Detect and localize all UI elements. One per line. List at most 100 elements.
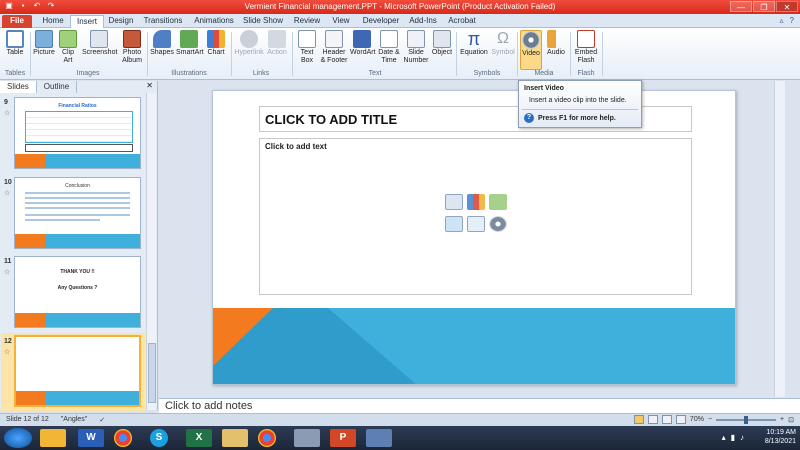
reading-view-button[interactable] [661, 415, 672, 424]
tab-developer[interactable]: Developer [360, 15, 402, 28]
action-icon [268, 30, 286, 48]
panel-scrollbar[interactable] [146, 93, 156, 410]
notes-pane[interactable]: Click to add notes [159, 398, 800, 413]
zoom-slider-knob[interactable] [744, 415, 749, 424]
thumbnail-table [25, 111, 133, 143]
help-icon[interactable]: ? [790, 16, 794, 25]
date-time-button[interactable]: Date & Time [377, 30, 401, 70]
smartart-button[interactable]: SmartArt [176, 30, 204, 70]
tab-slide-show[interactable]: Slide Show [242, 15, 284, 28]
content-placeholder[interactable]: Click to add text [259, 138, 692, 295]
chrome-icon[interactable] [114, 429, 132, 447]
tab-view[interactable]: View [330, 15, 352, 28]
close-panel-icon[interactable]: ✕ [146, 81, 153, 90]
tab-slides[interactable]: Slides [0, 81, 37, 93]
chrome-icon[interactable] [258, 429, 276, 447]
title-bar: ▣ ▪ ↶ ↷ Vermient Financial management.PP… [0, 0, 800, 14]
insert-smartart-icon[interactable] [489, 194, 507, 210]
insert-clip-art-icon[interactable] [467, 216, 485, 232]
group-illustrations: Illustrations [171, 70, 207, 77]
panel-scrollbar-thumb[interactable] [148, 343, 156, 403]
tooltip-title: Insert Video [524, 85, 564, 92]
shapes-button[interactable]: Shapes [150, 30, 174, 70]
maximize-button[interactable]: ❐ [753, 1, 775, 12]
insert-chart-icon[interactable] [467, 194, 485, 210]
slide-thumbnail[interactable]: Financial Ratios [14, 97, 141, 169]
picture-button[interactable]: Picture [33, 30, 55, 70]
slide-canvas: CLICK TO ADD TITLE Click to add text [159, 81, 785, 397]
action-button[interactable]: Action [266, 30, 288, 70]
photo-album-button[interactable]: Photo Album [119, 30, 145, 70]
fit-to-window-icon[interactable]: ⊡ [788, 416, 794, 424]
insert-picture-icon[interactable] [445, 216, 463, 232]
tab-outline[interactable]: Outline [37, 81, 78, 93]
thumbnail-note-box [25, 144, 133, 152]
clock[interactable]: 10:19 AM 8/13/2021 [765, 428, 796, 446]
powerpoint-icon[interactable]: P [330, 429, 356, 447]
group-flash: Flash [577, 70, 595, 77]
zoom-level[interactable]: 70% [690, 416, 704, 423]
table-button[interactable]: Table [4, 30, 26, 70]
tab-animations[interactable]: Animations [192, 15, 236, 28]
zoom-slider[interactable] [716, 415, 777, 424]
volume-icon[interactable]: ♪ [740, 433, 744, 442]
text-box-button[interactable]: Text Box [296, 30, 318, 70]
start-button[interactable] [4, 428, 32, 448]
slide-thumbnail-selected[interactable] [14, 335, 141, 407]
tab-transitions[interactable]: Transitions [140, 15, 186, 28]
ribbon-collapse-icon[interactable]: ▵ [780, 16, 784, 25]
slide-number: 11 [4, 258, 12, 265]
spell-check-icon[interactable]: ✓ [99, 416, 105, 424]
equation-button[interactable]: π Equation [459, 30, 489, 70]
audio-button[interactable]: Audio [545, 30, 567, 70]
minimize-button[interactable]: — [730, 1, 752, 12]
slide-number: 10 [4, 179, 12, 186]
object-button[interactable]: Object [431, 30, 453, 70]
app-icon[interactable] [366, 429, 392, 447]
screenshot-button[interactable]: Screenshot [82, 30, 117, 70]
chart-button[interactable]: Chart [205, 30, 227, 70]
slide-thumbnail[interactable]: Conclusion [14, 177, 141, 249]
folder-icon[interactable] [222, 429, 248, 447]
embed-flash-button[interactable]: Embed Flash [573, 30, 599, 70]
app-icon[interactable] [294, 429, 320, 447]
slide-thumbnail[interactable]: THANK YOU !! Any Questions ? [14, 256, 141, 328]
slide-number-button[interactable]: Slide Number [403, 30, 429, 70]
insert-media-clip-icon[interactable] [489, 216, 507, 232]
skype-icon[interactable]: S [150, 429, 168, 447]
header-footer-button[interactable]: Header & Footer [320, 30, 348, 70]
video-tooltip: Insert Video Insert a video clip into th… [518, 80, 642, 128]
file-explorer-icon[interactable] [40, 429, 66, 447]
zoom-out-icon[interactable]: − [708, 416, 712, 423]
tab-review[interactable]: Review [292, 15, 322, 28]
tab-acrobat[interactable]: Acrobat [446, 15, 478, 28]
excel-icon[interactable]: X [186, 429, 212, 447]
tab-home[interactable]: Home [36, 15, 70, 28]
thumbnail-orange-band [15, 234, 45, 248]
close-button[interactable]: ✕ [776, 1, 798, 12]
slides-panel: Slides Outline ✕ 9 ☆ Financial Ratios 10… [0, 81, 158, 411]
clock-date: 8/13/2021 [764, 438, 796, 445]
calendar-icon [380, 30, 398, 48]
tab-design[interactable]: Design [106, 15, 136, 28]
hyperlink-button[interactable]: Hyperlink [234, 30, 264, 70]
normal-view-button[interactable] [633, 415, 644, 424]
wordart-button[interactable]: WordArt [350, 30, 376, 70]
tab-insert[interactable]: Insert [70, 15, 104, 28]
slide-scrollbar[interactable] [774, 81, 785, 397]
word-icon[interactable]: W [78, 429, 104, 447]
transition-star-icon: ☆ [4, 269, 11, 276]
insert-table-icon[interactable] [445, 194, 463, 210]
slide-sorter-button[interactable] [647, 415, 658, 424]
tab-file[interactable]: File [2, 15, 32, 28]
video-button[interactable]: Video [520, 30, 542, 70]
network-icon[interactable]: ▮ [731, 433, 735, 442]
zoom-in-icon[interactable]: + [780, 416, 784, 423]
symbol-button[interactable]: Ω Symbol [491, 30, 515, 70]
slideshow-view-button[interactable] [675, 415, 686, 424]
tab-add-ins[interactable]: Add-Ins [408, 15, 438, 28]
content-insert-icons [445, 194, 509, 238]
clip-art-button[interactable]: Clip Art [57, 30, 79, 70]
chart-icon [207, 30, 225, 48]
tray-arrow-icon[interactable]: ▴ [722, 433, 726, 442]
